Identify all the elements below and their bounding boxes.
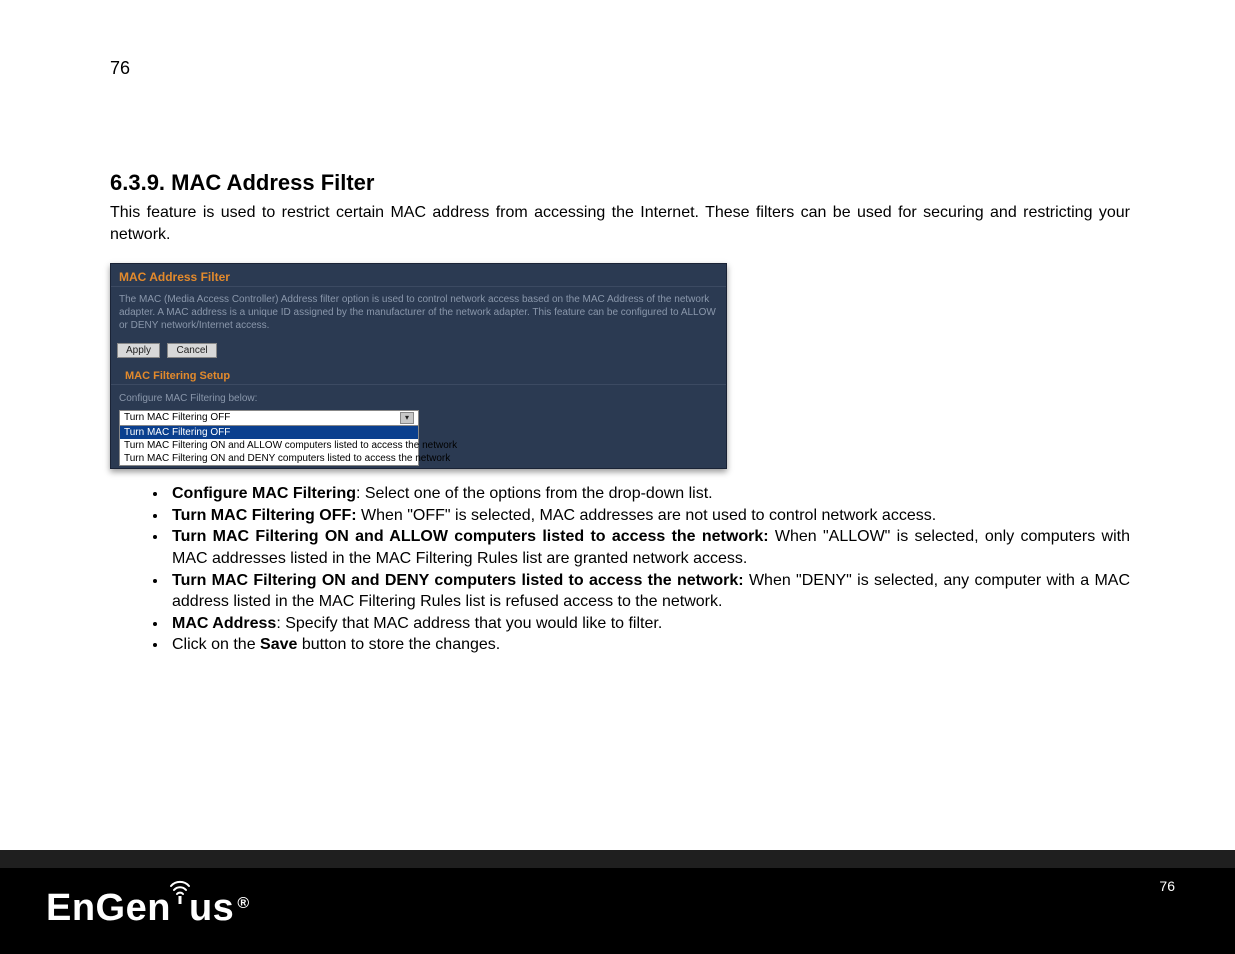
wifi-icon <box>169 871 191 914</box>
list-item: Turn MAC Filtering OFF: When "OFF" is se… <box>168 505 1130 527</box>
bullet-list: Configure MAC Filtering: Select one of t… <box>110 483 1130 656</box>
content-area: 6.3.9. MAC Address Filter This feature i… <box>110 170 1130 656</box>
embedded-screenshot: MAC Address Filter The MAC (Media Access… <box>110 263 727 469</box>
bullet-bold: Turn MAC Filtering OFF: <box>172 507 357 524</box>
panel-button-row: Apply Cancel <box>111 336 726 366</box>
bullet-bold: Turn MAC Filtering ON and ALLOW computer… <box>172 528 769 545</box>
registered-icon: ® <box>237 895 249 913</box>
list-item: Turn MAC Filtering ON and ALLOW computer… <box>168 526 1130 569</box>
bullet-text: : Select one of the options from the dro… <box>356 485 713 502</box>
list-item: Click on the Save button to store the ch… <box>168 634 1130 656</box>
logo-part2: us <box>189 887 234 930</box>
bullet-text: : Specify that MAC address that you woul… <box>276 615 662 632</box>
bullet-text: button to store the changes. <box>297 636 500 653</box>
filter-option-deny[interactable]: Turn MAC Filtering ON and DENY computers… <box>120 452 418 465</box>
apply-button[interactable]: Apply <box>117 343 160 358</box>
bullet-bold: Configure MAC Filtering <box>172 485 356 502</box>
filter-dropdown: Turn MAC Filtering OFF Turn MAC Filterin… <box>119 425 419 466</box>
list-item: Configure MAC Filtering: Select one of t… <box>168 483 1130 505</box>
logo-part1: EnGen <box>46 887 171 930</box>
list-item: Turn MAC Filtering ON and DENY computers… <box>168 570 1130 613</box>
config-label: Configure MAC Filtering below: <box>111 385 726 408</box>
footer-band <box>0 850 1235 868</box>
chevron-down-icon[interactable]: ▾ <box>400 412 414 424</box>
filter-option-allow[interactable]: Turn MAC Filtering ON and ALLOW computer… <box>120 439 418 452</box>
page-number-top: 76 <box>110 58 130 79</box>
bullet-bold: Turn MAC Filtering ON and DENY computers… <box>172 572 744 589</box>
panel-description: The MAC (Media Access Controller) Addres… <box>111 287 726 336</box>
panel-subtitle: MAC Filtering Setup <box>111 366 726 385</box>
cancel-button[interactable]: Cancel <box>167 343 216 358</box>
panel-title: MAC Address Filter <box>111 264 726 287</box>
filter-select-value: Turn MAC Filtering OFF <box>124 411 230 425</box>
bullet-bold: MAC Address <box>172 615 276 632</box>
list-item: MAC Address: Specify that MAC address th… <box>168 613 1130 635</box>
filter-select[interactable]: Turn MAC Filtering OFF ▾ <box>119 410 419 426</box>
filter-option-off[interactable]: Turn MAC Filtering OFF <box>120 426 418 439</box>
filter-select-wrap: Turn MAC Filtering OFF ▾ Turn MAC Filter… <box>111 408 726 468</box>
section-heading: 6.3.9. MAC Address Filter <box>110 170 1130 196</box>
bullet-bold: Save <box>260 636 297 653</box>
logo-text: EnGen us ® <box>46 887 250 930</box>
brand-logo: EnGen us ® <box>46 887 250 930</box>
page-number-bottom: 76 <box>1159 878 1175 894</box>
bullet-text: When "OFF" is selected, MAC addresses ar… <box>357 507 937 524</box>
section-intro: This feature is used to restrict certain… <box>110 202 1130 245</box>
bullet-text: Click on the <box>172 636 260 653</box>
